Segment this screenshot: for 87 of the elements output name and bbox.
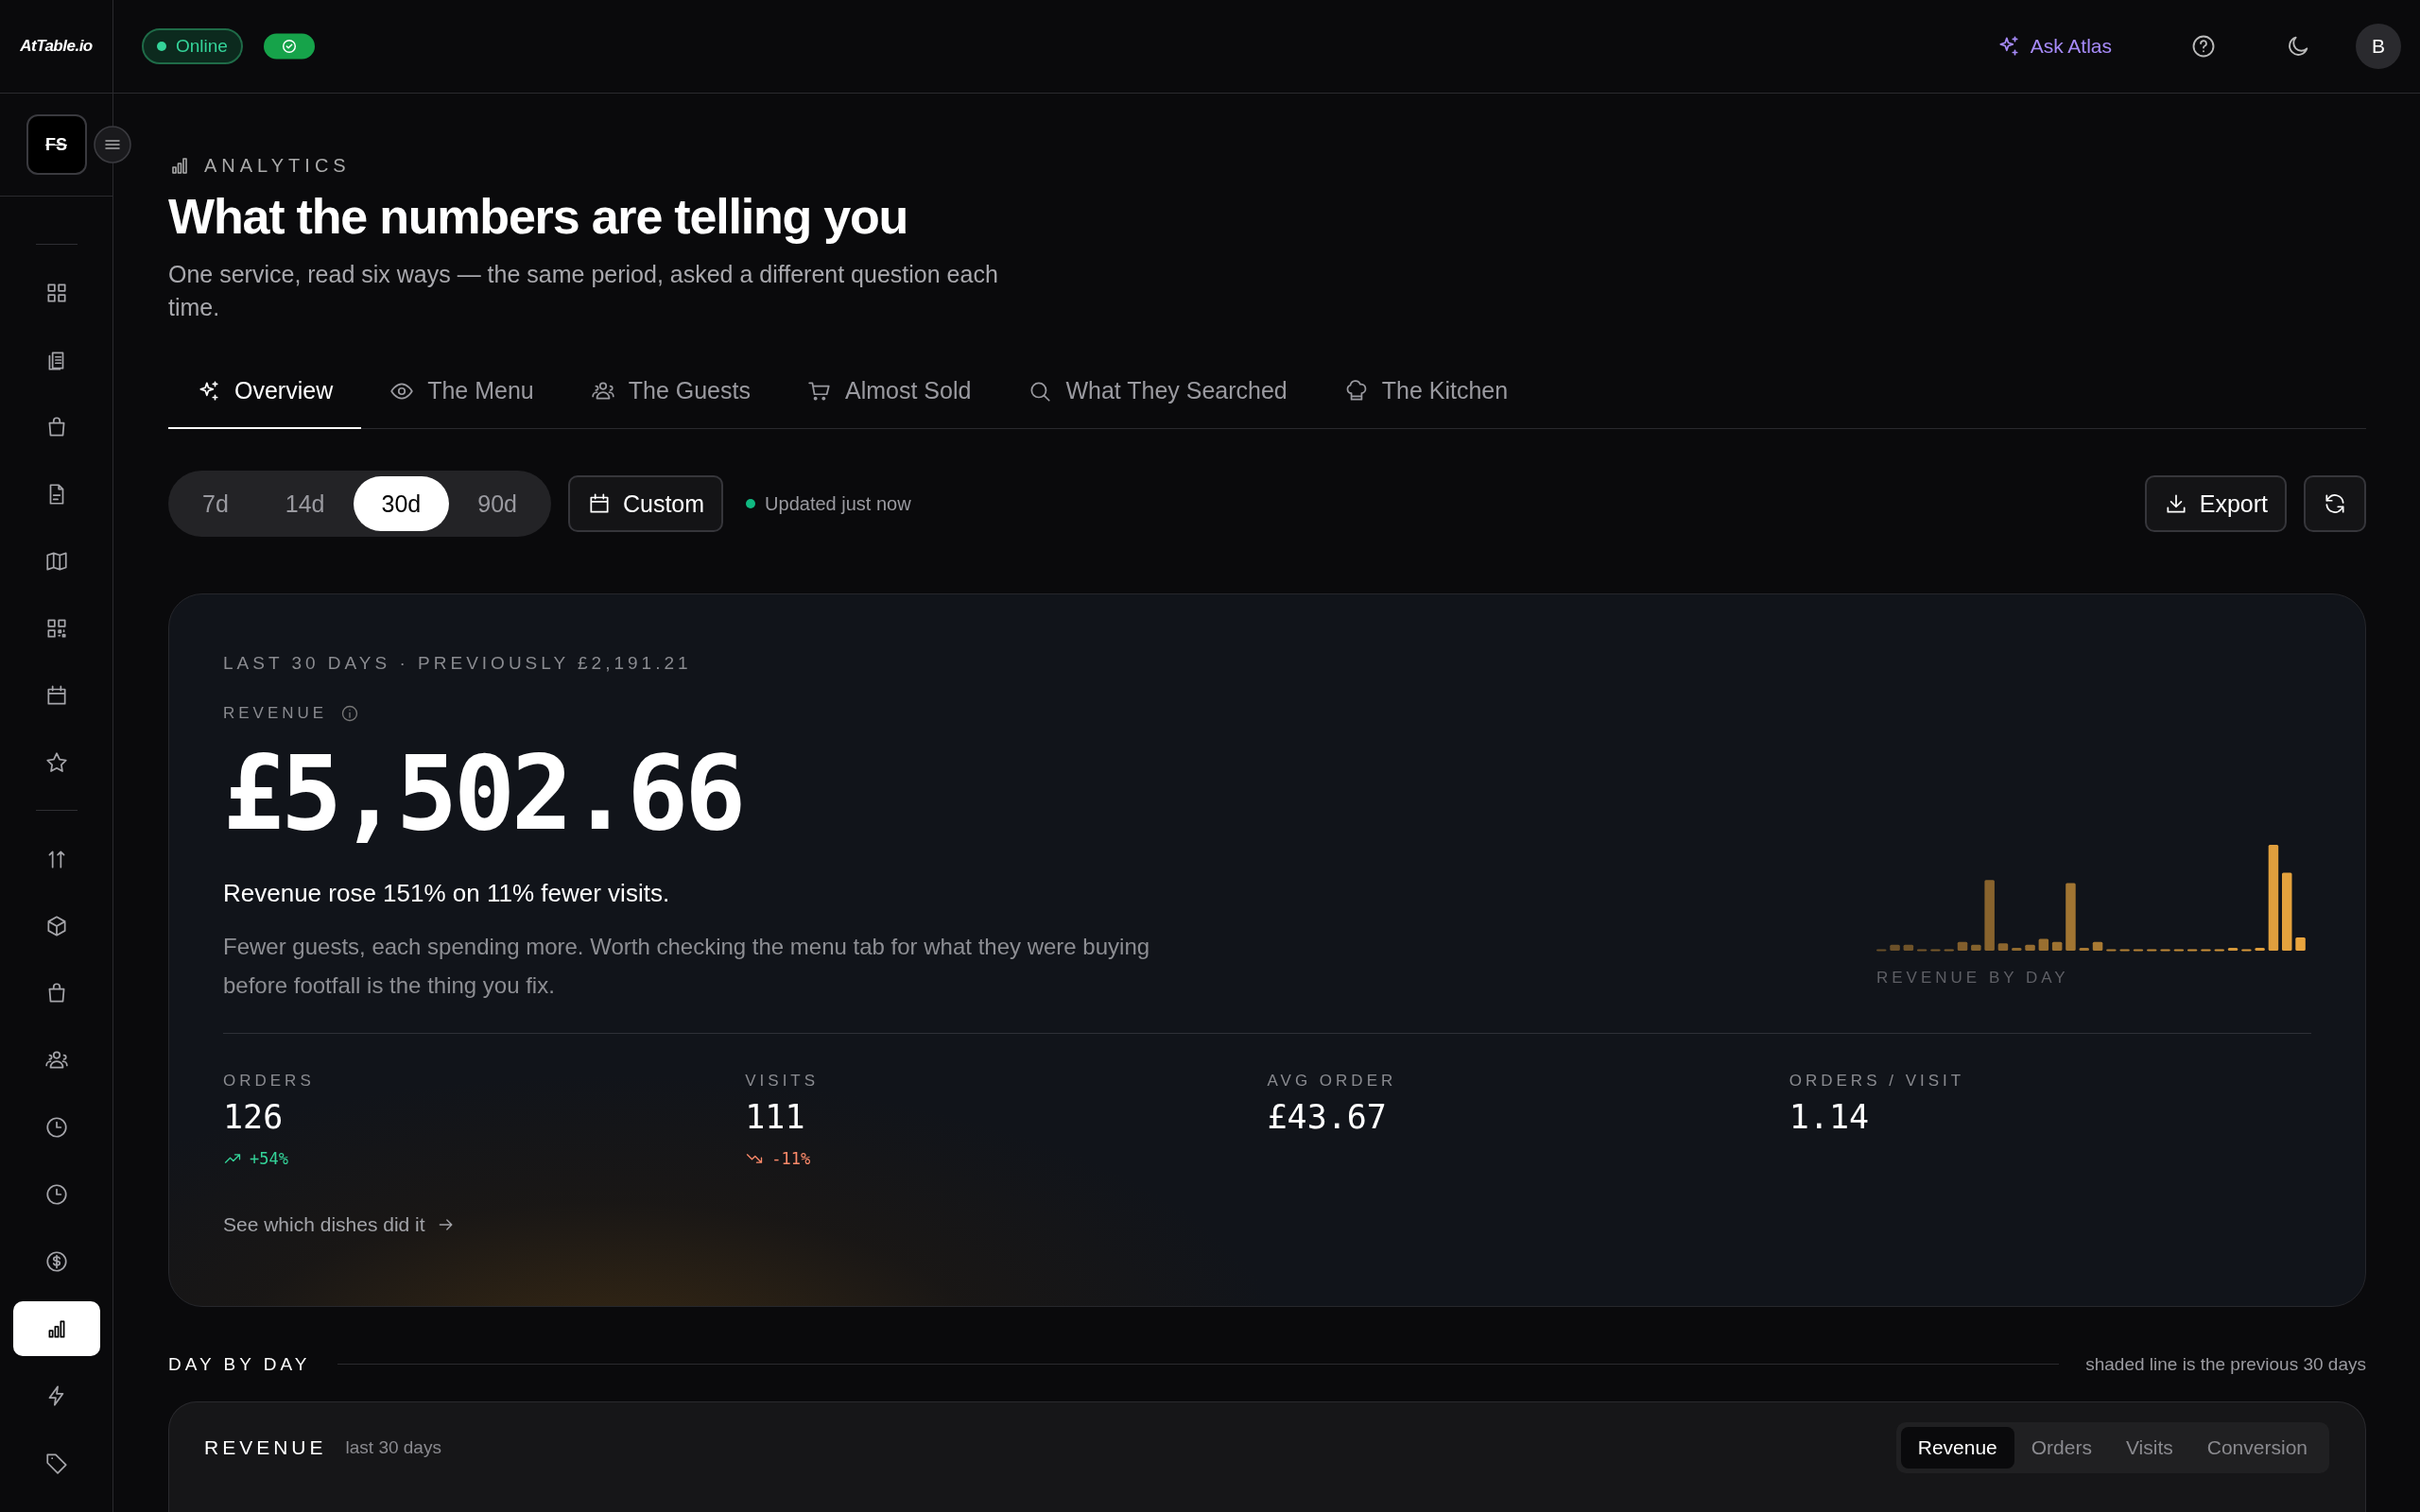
bar [2227, 947, 2238, 951]
bar [2160, 949, 2170, 952]
update-status: Updated just now [765, 492, 911, 515]
bar [2079, 947, 2089, 951]
refresh-icon [2323, 491, 2347, 516]
clock-icon [43, 1182, 69, 1207]
stat-change: +54% [250, 1149, 288, 1168]
section-note: shaded line is the previous 30 days [2085, 1353, 2366, 1375]
tab[interactable]: The Kitchen [1315, 377, 1537, 429]
stat-label: VISITS [745, 1072, 820, 1091]
metric-tab[interactable]: Visits [2108, 1426, 2190, 1469]
stat-change: -11% [771, 1149, 811, 1168]
bar [1916, 949, 1927, 952]
insight-text: Fewer guests, each spending more. Worth checking the menu tab for what they were buying before footfall is the thing you fix. [223, 933, 1151, 1000]
bar [1903, 944, 1914, 951]
sparkline-label: REVENUE BY DAY [1876, 969, 2070, 988]
help-icon[interactable] [2190, 33, 2217, 60]
metric-tab[interactable]: Revenue [1900, 1426, 2014, 1469]
bar [2295, 937, 2306, 951]
tab[interactable]: Overview [168, 377, 362, 429]
bar [2092, 941, 2103, 951]
status-dot [746, 499, 756, 508]
bar [2255, 947, 2265, 951]
tab[interactable]: The Guests [562, 377, 779, 429]
custom-range-button[interactable]: Custom [567, 475, 724, 532]
bar [1997, 943, 2009, 951]
bar [2038, 938, 2049, 951]
bar [1957, 941, 1968, 951]
bar [2012, 947, 2022, 951]
metric-label: REVENUE [223, 704, 328, 723]
stat-value: 111 [745, 1098, 805, 1136]
ask-atlas-button[interactable]: Ask Atlas [1990, 33, 2118, 60]
dishes-link[interactable]: See which dishes did it [223, 1213, 456, 1236]
stat-value: 1.14 [1789, 1098, 1870, 1136]
bar [2119, 949, 2130, 952]
tab[interactable]: The Menu [361, 377, 562, 429]
bar [1930, 949, 1941, 952]
bar [1890, 944, 1900, 951]
stat-value: £43.67 [1267, 1098, 1387, 1136]
bar [2241, 949, 2252, 952]
menu-icon[interactable] [94, 126, 131, 163]
tag-icon [43, 1451, 69, 1475]
info-icon[interactable] [340, 704, 360, 723]
stat-label: ORDERS / VISIT [1789, 1072, 1965, 1091]
metric-tab[interactable]: Orders [2014, 1426, 2109, 1469]
chart-title: REVENUE [204, 1435, 327, 1459]
bar [1944, 949, 1954, 952]
bar [2214, 949, 2224, 952]
workspace-logo[interactable]: FS [26, 114, 87, 175]
user-avatar[interactable]: B [2356, 24, 2401, 69]
metric-tab[interactable]: Conversion [2189, 1426, 2325, 1469]
refresh-button[interactable] [2304, 475, 2366, 532]
bar [2025, 944, 2035, 951]
period-option[interactable]: 90d [449, 476, 545, 531]
section-title: DAY BY DAY [168, 1353, 311, 1375]
chart-subtitle: last 30 days [345, 1436, 441, 1458]
bar [2147, 949, 2157, 952]
period-option[interactable]: 30d [353, 476, 450, 531]
brand-logo[interactable]: AtTable.io [20, 37, 93, 56]
period-option[interactable]: 7d [174, 476, 257, 531]
star-icon [43, 750, 69, 775]
bar [2173, 949, 2185, 952]
insight-headline: Revenue rose 151% on 11% fewer visits. [223, 879, 671, 908]
period-caption: LAST 30 DAYS · PREVIOUSLY £2,191.21 [223, 653, 693, 674]
dollar-icon [43, 1249, 69, 1274]
stat-value: 126 [223, 1098, 284, 1136]
stat-label: AVG ORDER [1267, 1072, 1397, 1091]
bar [2051, 941, 2063, 951]
section-label: ANALYTICS [204, 154, 351, 177]
clock-icon [43, 1115, 69, 1140]
page-subtitle: One service, read six ways — the same period, asked a different question each time. [168, 260, 999, 322]
bar [2187, 949, 2198, 952]
period-option[interactable]: 14d [256, 476, 354, 531]
bar [2066, 883, 2076, 951]
bar [2106, 949, 2117, 952]
status-badge: Online [142, 28, 243, 64]
tab[interactable]: What They Searched [999, 377, 1316, 429]
bar [1876, 949, 1887, 952]
bar [2133, 949, 2144, 952]
revenue-value: £5,502.66 [223, 734, 744, 852]
sidebar-item[interactable] [12, 1301, 100, 1356]
stat-label: ORDERS [223, 1072, 315, 1091]
tab[interactable]: Almost Sold [779, 377, 1000, 429]
bar [2201, 949, 2211, 952]
bar [1971, 944, 1981, 951]
export-button[interactable]: Export [2144, 475, 2287, 532]
page-title: What the numbers are telling you [168, 188, 909, 245]
